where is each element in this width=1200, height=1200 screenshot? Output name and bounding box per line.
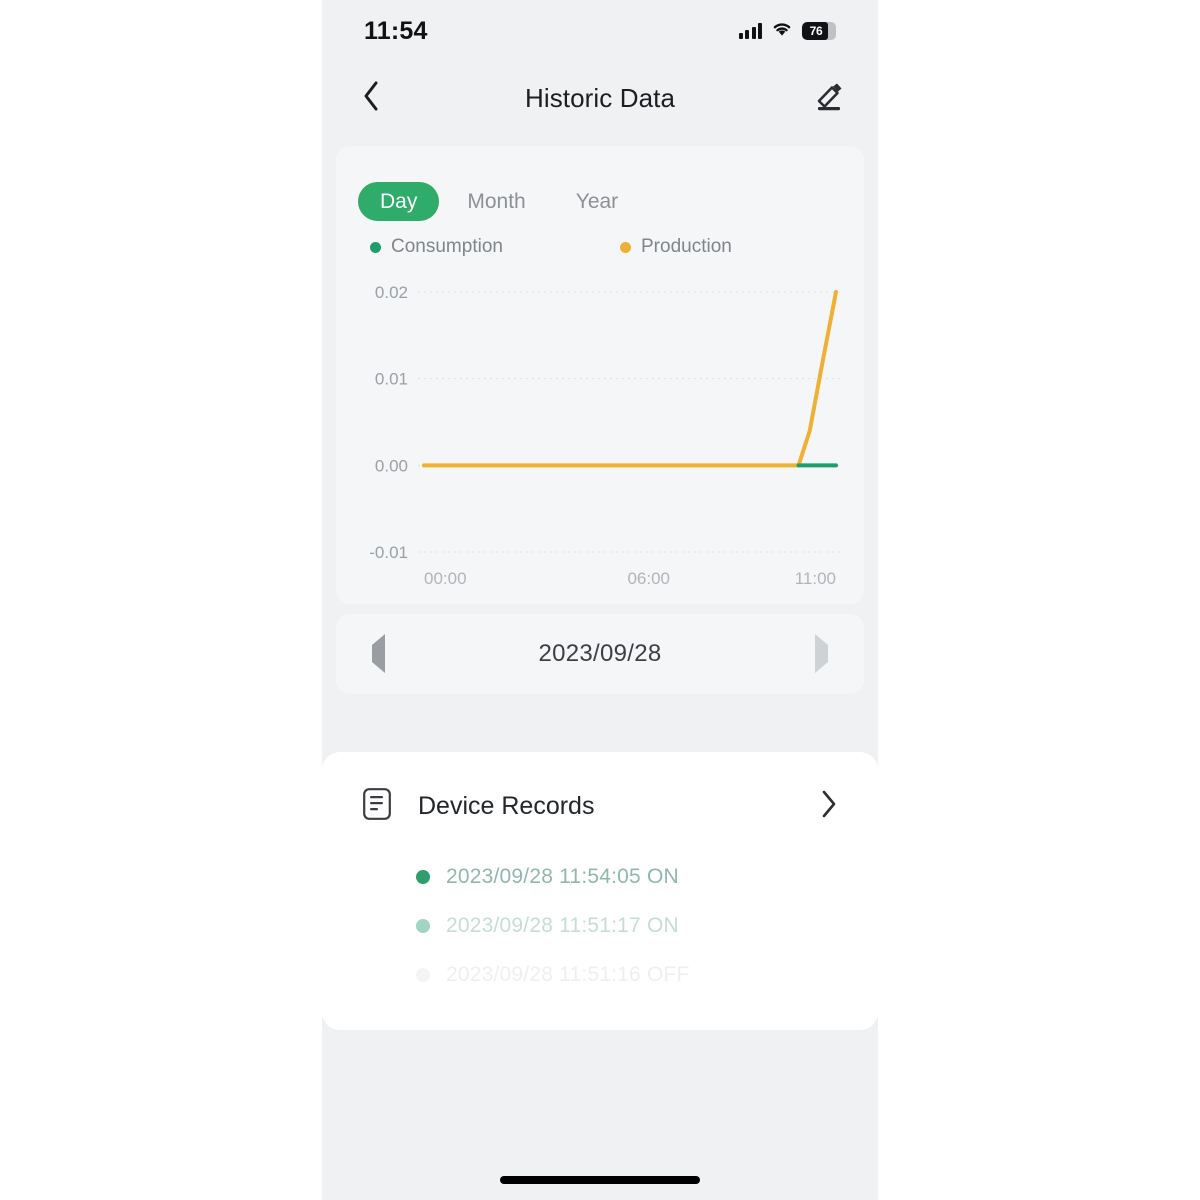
record-item[interactable]: 2023/09/28 11:54:05 ON [322, 852, 878, 901]
next-date-button[interactable] [815, 634, 828, 673]
signal-bars-icon [738, 23, 762, 39]
triangle-right-icon [815, 634, 828, 673]
device-records-sheet: Device Records 2023/09/28 11:54:05 ON 202… [322, 752, 878, 1030]
chart-x-tick-label: 06:00 [627, 569, 670, 588]
record-text: 2023/09/28 11:51:16 OFF [446, 962, 690, 986]
back-button[interactable] [350, 77, 392, 119]
device-records-header[interactable]: Device Records [322, 780, 878, 832]
chart-y-tick-label: 0.02 [375, 283, 408, 302]
chart-x-tick-label: 00:00 [424, 569, 467, 588]
device-records-list: 2023/09/28 11:54:05 ON 2023/09/28 11:51:1… [322, 852, 878, 999]
legend-item-production: Production [620, 236, 732, 258]
status-time: 11:54 [364, 16, 428, 45]
current-date-label: 2023/09/28 [538, 640, 662, 667]
chart-y-tick-label: 0.00 [375, 456, 408, 475]
range-tabs: Day Month Year [358, 182, 640, 221]
chart-legend: Consumption Production [370, 236, 830, 258]
legend-label-production: Production [641, 236, 732, 257]
status-indicators: 76 [738, 20, 836, 42]
record-text: 2023/09/28 11:54:05 ON [446, 864, 679, 888]
wifi-icon [771, 20, 793, 42]
legend-item-consumption: Consumption [370, 236, 620, 258]
consumption-dot-icon [370, 241, 381, 253]
record-status-dot-icon [416, 918, 430, 933]
status-bar: 11:54 76 [322, 0, 878, 62]
tab-year[interactable]: Year [554, 182, 640, 221]
home-indicator-bar [500, 1176, 700, 1184]
nav-bar: Historic Data [322, 62, 878, 134]
date-navigator-card: 2023/09/28 [336, 614, 864, 694]
production-dot-icon [620, 241, 631, 253]
battery-icon: 76 [802, 22, 836, 40]
battery-percent-label: 76 [809, 24, 823, 38]
chevron-left-icon [361, 80, 381, 117]
phone-screen: 11:54 76 Historic Data Day Month Year Co… [322, 0, 878, 1200]
chart-y-tick-label: -0.01 [369, 543, 408, 562]
screenshot-canvas: 11:54 76 Historic Data Day Month Year Co… [0, 0, 1200, 1200]
legend-label-consumption: Consumption [391, 236, 503, 257]
page-title: Historic Data [524, 82, 676, 113]
record-status-dot-icon [416, 869, 430, 884]
record-item[interactable]: 2023/09/28 11:51:16 OFF [322, 950, 878, 999]
chart-x-tick-label: 11:00 [795, 569, 836, 588]
prev-date-button[interactable] [372, 634, 385, 673]
pencil-edit-icon [813, 80, 845, 117]
chart-y-tick-label: 0.01 [375, 370, 408, 389]
chart-svg: 0.02 0.01 0.00 -0.01 00:00 06:00 11:00 [369, 283, 840, 588]
tab-month[interactable]: Month [445, 182, 547, 221]
tab-day[interactable]: Day [358, 182, 440, 221]
chart-card: Day Month Year Consumption Production 0.… [336, 146, 864, 604]
device-records-title: Device Records [418, 791, 595, 820]
edit-button[interactable] [808, 77, 850, 119]
triangle-left-icon [372, 634, 385, 673]
record-text: 2023/09/28 11:51:17 ON [446, 913, 679, 937]
line-chart[interactable]: 0.02 0.01 0.00 -0.01 00:00 06:00 11:00 [336, 278, 864, 598]
record-status-dot-icon [416, 967, 430, 982]
chevron-right-icon[interactable] [820, 789, 838, 824]
record-item[interactable]: 2023/09/28 11:51:17 ON [322, 901, 878, 950]
document-list-icon [362, 787, 392, 826]
